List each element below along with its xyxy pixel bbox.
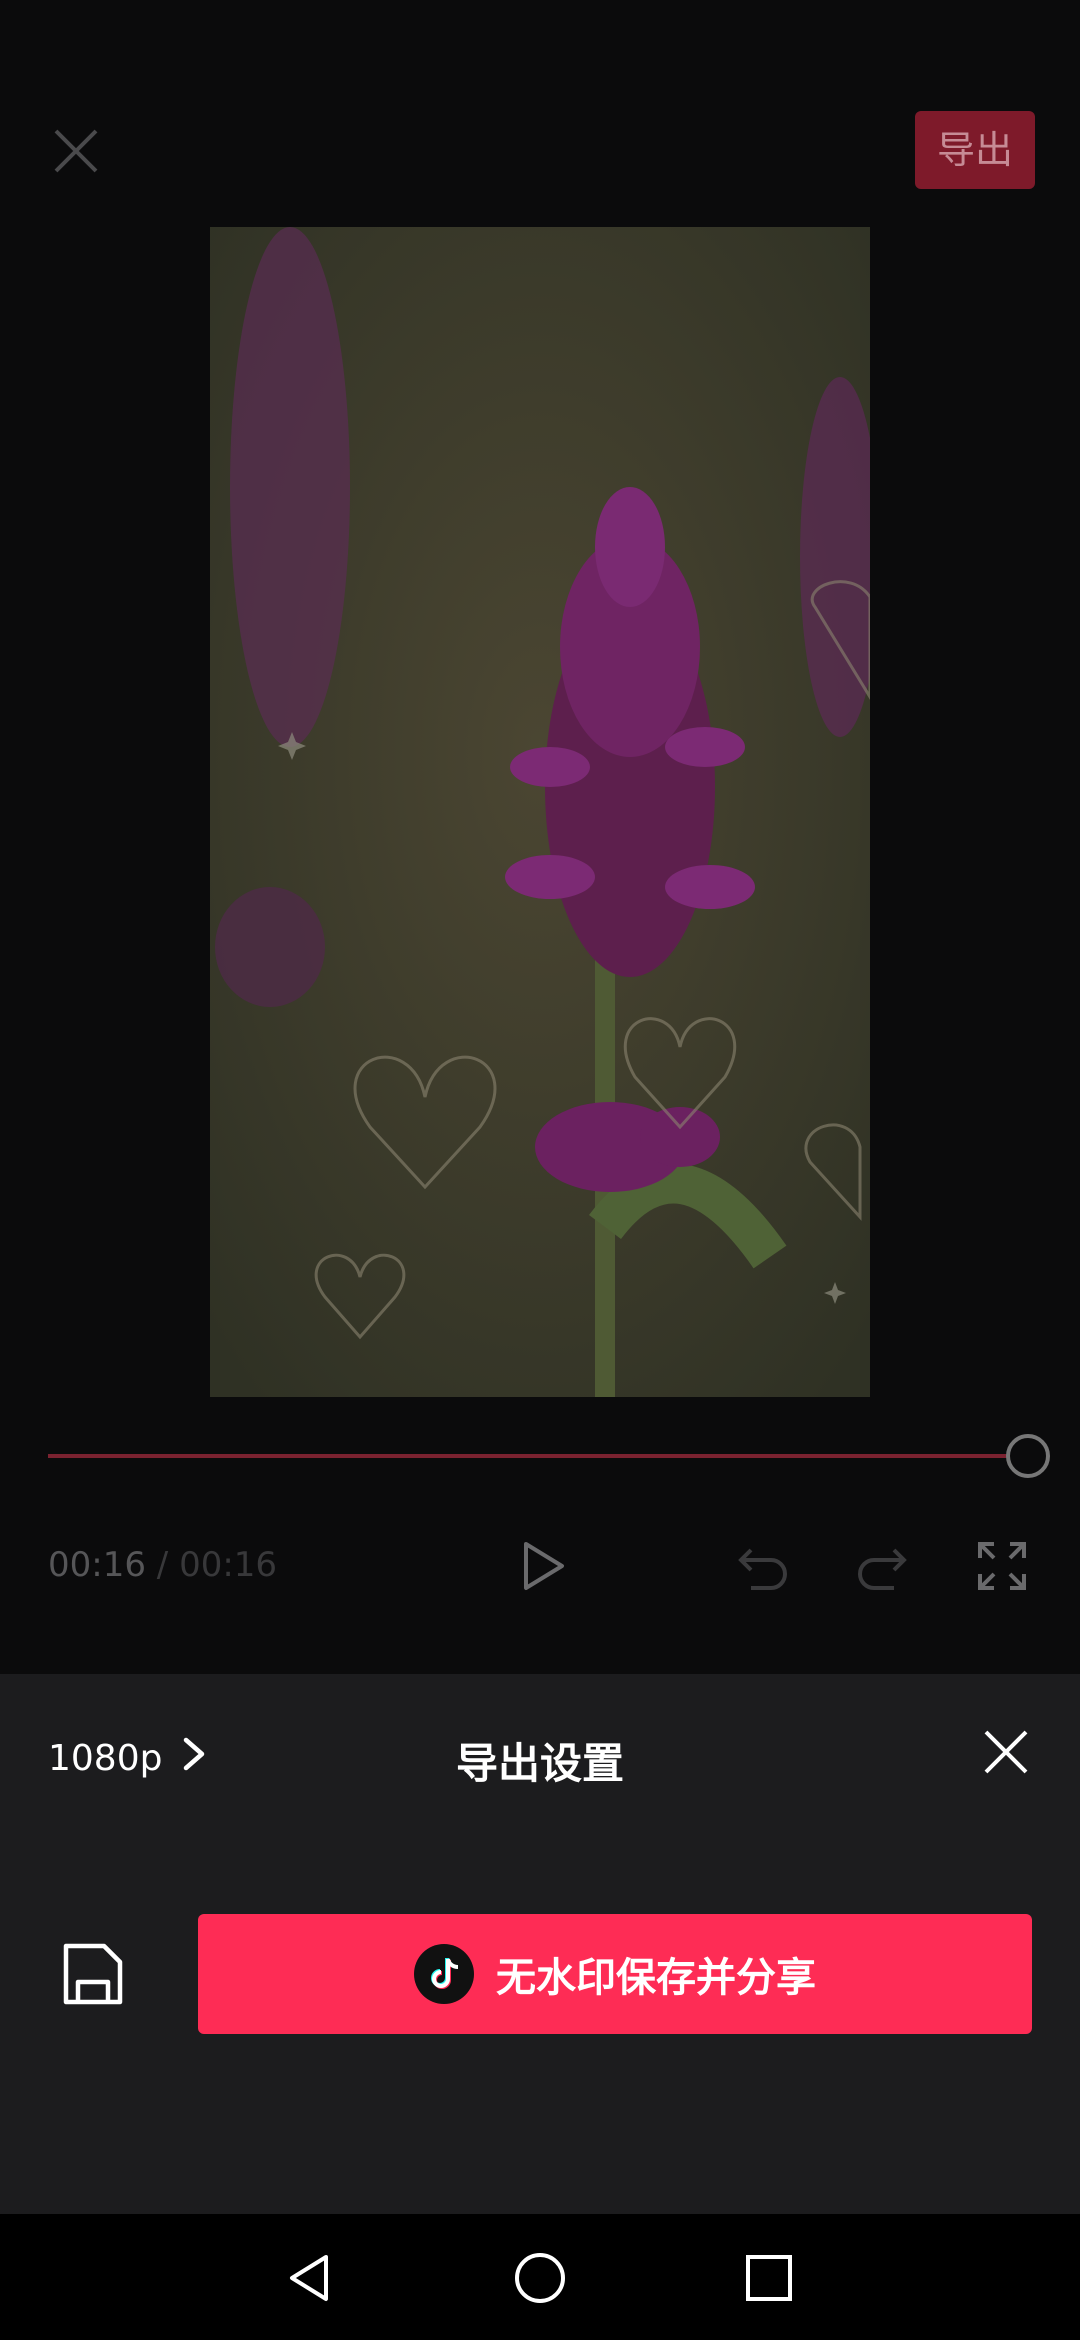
save-file-icon[interactable] xyxy=(62,1942,124,2006)
share-label: 无水印保存并分享 xyxy=(496,1955,816,2001)
time-separator: / xyxy=(145,1545,180,1585)
total-time: 00:16 xyxy=(179,1545,278,1585)
progress-fill xyxy=(48,1454,1028,1458)
sheet-title: 导出设置 xyxy=(455,1739,624,1788)
undo-icon[interactable] xyxy=(733,1536,793,1596)
system-navigation-bar xyxy=(0,2214,1080,2340)
close-icon[interactable] xyxy=(50,125,102,177)
close-icon[interactable] xyxy=(980,1726,1032,1778)
home-circle-icon[interactable] xyxy=(513,2251,567,2305)
export-settings-sheet: 1080p 导出设置 无水印保存并分享 xyxy=(0,1674,1080,2214)
back-triangle-icon[interactable] xyxy=(282,2251,336,2305)
redo-icon[interactable] xyxy=(852,1536,912,1596)
fullscreen-icon[interactable] xyxy=(972,1536,1032,1596)
current-time: 00:16 xyxy=(48,1545,146,1585)
export-button[interactable]: 导出 xyxy=(915,111,1035,189)
progress-knob[interactable] xyxy=(1006,1434,1050,1478)
play-icon[interactable] xyxy=(512,1536,572,1596)
recents-square-icon[interactable] xyxy=(742,2251,796,2305)
timecode: 00:16 / 00:16 xyxy=(48,1545,277,1585)
share-without-watermark-button[interactable]: 无水印保存并分享 xyxy=(198,1914,1032,2034)
tiktok-icon xyxy=(414,1944,474,2004)
video-preview xyxy=(210,227,870,1397)
